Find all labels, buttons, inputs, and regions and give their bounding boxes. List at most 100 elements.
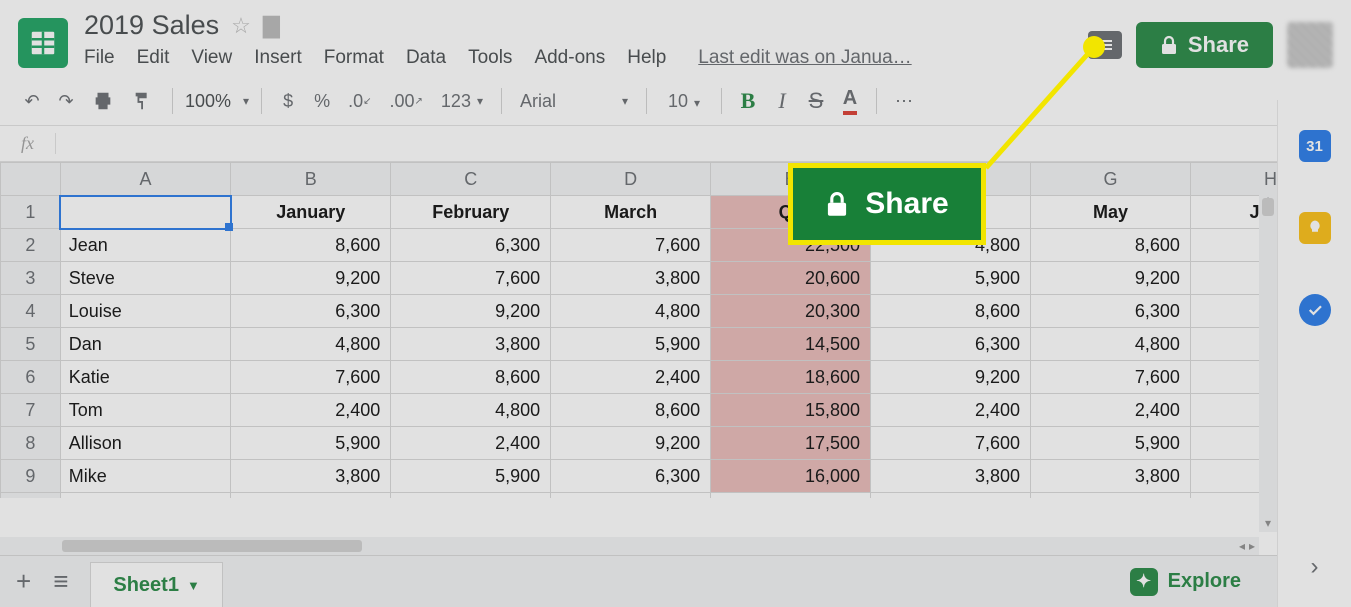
sheets-logo[interactable]	[18, 18, 68, 68]
menu-addons[interactable]: Add-ons	[534, 47, 605, 69]
cell[interactable]: 20,600	[711, 262, 871, 295]
cell[interactable]: March	[551, 196, 711, 229]
toolbar-more[interactable]: ⋯	[889, 85, 919, 117]
menu-file[interactable]: File	[84, 47, 115, 69]
row-header[interactable]: 1	[1, 196, 61, 229]
share-button[interactable]: Share	[1136, 22, 1273, 68]
cell[interactable]: 7,600	[231, 361, 391, 394]
cell[interactable]: 8,600	[391, 361, 551, 394]
cell[interactable]: 8,600	[231, 229, 391, 262]
col-header-G[interactable]: G	[1031, 163, 1191, 196]
cell[interactable]: Katie	[60, 361, 231, 394]
print-button[interactable]	[86, 85, 120, 117]
number-format-select[interactable]: 123	[435, 85, 489, 117]
cell[interactable]: 16,000	[711, 460, 871, 493]
zoom-select[interactable]: 100%	[185, 91, 249, 112]
col-header-A[interactable]: A	[60, 163, 231, 196]
cell[interactable]	[60, 196, 231, 229]
text-color-button[interactable]: A	[836, 85, 864, 117]
doc-title[interactable]: 2019 Sales	[84, 10, 219, 41]
cell[interactable]: Allison	[60, 427, 231, 460]
cell[interactable]: 3,800	[1031, 460, 1191, 493]
cell[interactable]: 18,600	[711, 361, 871, 394]
cell[interactable]: 9,200	[871, 361, 1031, 394]
cell[interactable]	[231, 493, 391, 499]
col-header-D[interactable]: D	[551, 163, 711, 196]
move-folder-icon[interactable]: ▇	[263, 13, 280, 39]
cell[interactable]: 3,800	[551, 262, 711, 295]
increase-decimal[interactable]: .00↗	[384, 85, 429, 117]
cell[interactable]: 8,600	[1031, 229, 1191, 262]
cell[interactable]: 3,800	[871, 460, 1031, 493]
row-header[interactable]: 10	[1, 493, 61, 499]
menu-format[interactable]: Format	[324, 47, 384, 69]
cell[interactable]: 14,500	[711, 328, 871, 361]
cell[interactable]: 4,800	[1031, 328, 1191, 361]
cell[interactable]: 20,300	[711, 295, 871, 328]
cell[interactable]	[711, 493, 871, 499]
cell[interactable]: May	[1031, 196, 1191, 229]
cell[interactable]: Louise	[60, 295, 231, 328]
menu-tools[interactable]: Tools	[468, 47, 512, 69]
cell[interactable]	[391, 493, 551, 499]
cell[interactable]: 2,400	[231, 394, 391, 427]
cell[interactable]: Steve	[60, 262, 231, 295]
cell[interactable]: 4,800	[231, 328, 391, 361]
formula-input[interactable]	[56, 135, 1351, 153]
cell[interactable]: 4,800	[391, 394, 551, 427]
cell[interactable]: 5,900	[231, 427, 391, 460]
cell[interactable]: 17,500	[711, 427, 871, 460]
font-size-select[interactable]: 10	[659, 91, 709, 112]
undo-button[interactable]: ↶	[18, 85, 46, 117]
row-header[interactable]: 6	[1, 361, 61, 394]
cell[interactable]: 9,200	[391, 295, 551, 328]
row-header[interactable]: 2	[1, 229, 61, 262]
format-percent[interactable]: %	[308, 85, 336, 117]
row-header[interactable]: 7	[1, 394, 61, 427]
side-panel-expand-icon[interactable]: ›	[1311, 553, 1319, 581]
cell[interactable]: 8,600	[551, 394, 711, 427]
sheet-tab[interactable]: Sheet1 ▼	[90, 562, 222, 607]
cell[interactable]: 7,600	[391, 262, 551, 295]
keep-icon[interactable]	[1299, 212, 1331, 244]
format-currency[interactable]: $	[274, 85, 302, 117]
cell[interactable]: 2,400	[551, 361, 711, 394]
star-icon[interactable]: ☆	[231, 13, 251, 39]
vertical-scrollbar[interactable]: ▴▾	[1259, 192, 1277, 532]
tasks-icon[interactable]	[1299, 294, 1331, 326]
italic-button[interactable]: I	[768, 85, 796, 117]
cell[interactable]: 6,300	[391, 229, 551, 262]
font-family-select[interactable]: Arial	[514, 91, 634, 112]
cell[interactable]: 6,300	[1031, 295, 1191, 328]
cell[interactable]: 6,300	[551, 460, 711, 493]
row-header[interactable]: 9	[1, 460, 61, 493]
horizontal-scrollbar[interactable]: ◂▸	[0, 537, 1259, 555]
all-sheets-button[interactable]: ≡	[53, 566, 68, 597]
menu-data[interactable]: Data	[406, 47, 446, 69]
cell[interactable]: 7,600	[871, 427, 1031, 460]
cell[interactable]: 9,200	[551, 427, 711, 460]
cell[interactable]: 5,900	[1031, 427, 1191, 460]
cell[interactable]: 5,900	[551, 328, 711, 361]
row-header[interactable]: 5	[1, 328, 61, 361]
sheet-tab-menu-icon[interactable]: ▼	[187, 578, 200, 593]
cell[interactable]: 9,200	[231, 262, 391, 295]
calendar-icon[interactable]: 31	[1299, 130, 1331, 162]
strikethrough-button[interactable]: S	[802, 85, 830, 117]
explore-button[interactable]: ✦ Explore	[1130, 568, 1261, 596]
menu-view[interactable]: View	[191, 47, 232, 69]
cell[interactable]: 15,800	[711, 394, 871, 427]
cell[interactable]: 2,400	[871, 394, 1031, 427]
cell[interactable]: 7,600	[1031, 361, 1191, 394]
cell[interactable]	[60, 493, 231, 499]
add-sheet-button[interactable]: +	[16, 566, 31, 597]
row-header[interactable]: 3	[1, 262, 61, 295]
redo-button[interactable]: ↷	[52, 85, 80, 117]
spreadsheet-grid[interactable]: A B C D E F G H 1JanuaryFebruaryMarchQ1A…	[0, 162, 1351, 498]
cell[interactable]: Mike	[60, 460, 231, 493]
cell[interactable]	[551, 493, 711, 499]
cell[interactable]: Tom	[60, 394, 231, 427]
account-avatar[interactable]	[1287, 22, 1333, 68]
row-header[interactable]: 8	[1, 427, 61, 460]
col-header-B[interactable]: B	[231, 163, 391, 196]
